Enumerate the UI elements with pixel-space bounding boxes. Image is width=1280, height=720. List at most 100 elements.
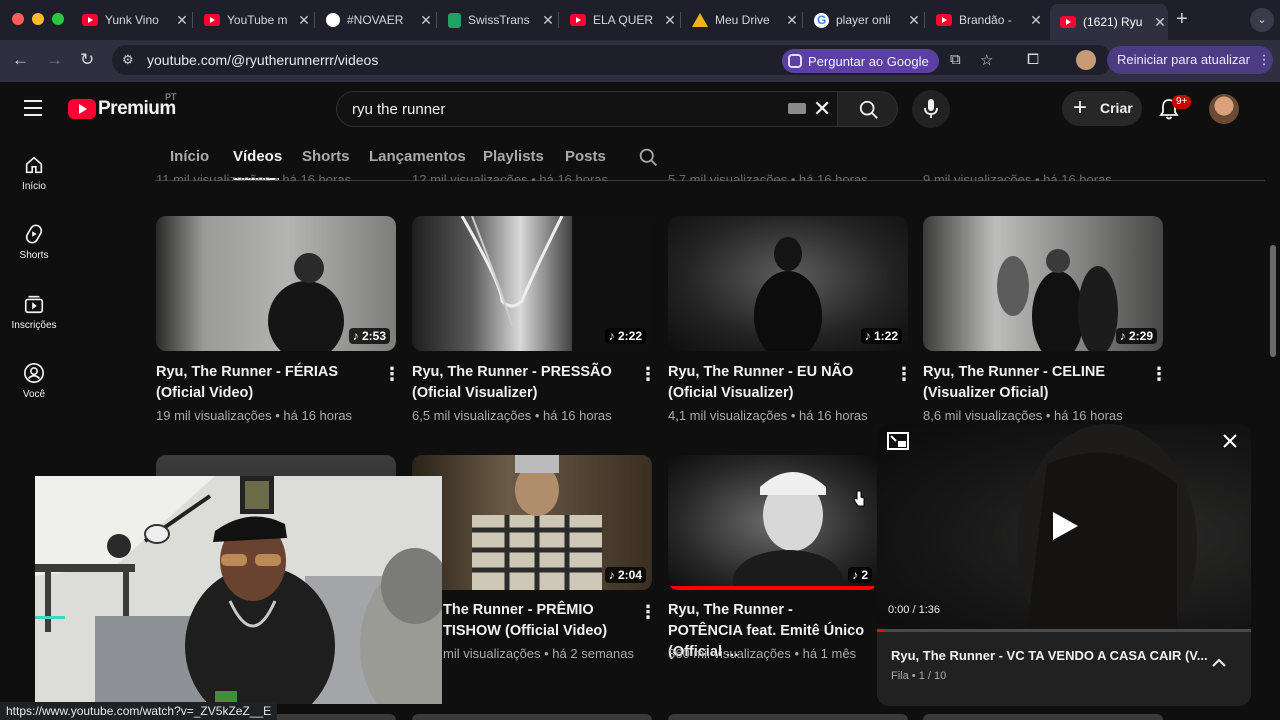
video-duration: ♪ 2:22	[604, 328, 646, 344]
video-thumbnail[interactable]	[923, 714, 1163, 720]
browser-tab[interactable]: YouTube m ✕	[194, 6, 312, 34]
keyboard-icon[interactable]	[788, 103, 806, 114]
create-button[interactable]: + Criar	[1062, 91, 1142, 126]
relaunch-update-button[interactable]: Reiniciar para atualizar ⋮	[1107, 46, 1273, 74]
more-options-icon[interactable]: ⋮	[639, 364, 657, 385]
miniplayer-progress-bar[interactable]	[877, 629, 1251, 632]
video-title[interactable]: Ryu, The Runner - EU NÃO (Oficial Visual…	[668, 362, 878, 404]
window-minimize-button[interactable]	[32, 13, 44, 25]
video-thumbnail[interactable]: ♪ 1:22	[668, 216, 908, 351]
video-title[interactable]: The Runner - PRÊMIO TISHOW (Official Vid…	[443, 600, 628, 642]
close-tab-icon[interactable]: ✕	[1152, 14, 1168, 31]
more-vert-icon: ⋮	[1257, 52, 1271, 67]
window-maximize-button[interactable]	[52, 13, 64, 25]
tab-shorts[interactable]: Shorts	[302, 148, 350, 165]
install-app-icon[interactable]: ⧉	[950, 51, 961, 68]
url-text[interactable]: youtube.com/@ryutherunnerrr/videos	[147, 52, 378, 68]
close-tab-icon[interactable]: ✕	[174, 12, 190, 29]
miniplayer[interactable]: 0:00 / 1:36 Ryu, The Runner - VC TA VEND…	[877, 424, 1251, 706]
more-options-icon[interactable]: ⋮	[895, 364, 913, 385]
window-close-button[interactable]	[12, 13, 24, 25]
rail-item-home[interactable]: Início	[4, 154, 64, 192]
site-info-icon[interactable]: ⚙	[122, 52, 134, 68]
video-thumbnail[interactable]	[668, 714, 908, 720]
video-title[interactable]: Ryu, The Runner - PRESSÃO (Oficial Visua…	[412, 362, 622, 404]
browser-tab[interactable]: #NOVAER ✕	[316, 6, 434, 34]
miniplayer-title[interactable]: Ryu, The Runner - VC TA VENDO A CASA CAI…	[891, 648, 1208, 663]
close-icon[interactable]	[1222, 433, 1238, 449]
video-duration: ♪ 2:04	[604, 567, 646, 583]
bookmark-star-icon[interactable]: ☆	[980, 51, 993, 69]
video-thumbnail[interactable]: ♪ 2	[668, 455, 878, 590]
page-scrollbar[interactable]	[1270, 245, 1276, 357]
watched-progress-bar	[668, 586, 874, 590]
account-avatar[interactable]	[1209, 94, 1239, 124]
close-tab-icon[interactable]: ✕	[418, 12, 434, 29]
subscriptions-icon	[24, 295, 44, 314]
miniplayer-progress-fill	[877, 629, 885, 632]
search-button[interactable]	[838, 91, 898, 127]
clear-search-icon[interactable]: ✕	[813, 96, 831, 122]
browser-tab[interactable]: player onli✕	[804, 6, 922, 34]
video-duration: ♪ 2	[847, 567, 872, 583]
tab-posts[interactable]: Posts	[565, 148, 606, 165]
browser-tab[interactable]: Yunk Vino ✕	[72, 6, 190, 34]
video-meta-clipped: 5,7 mil visualizações • há 16 horas	[668, 172, 868, 181]
browser-tab[interactable]: Brandão - ✕	[926, 6, 1044, 34]
close-tab-icon[interactable]: ✕	[906, 12, 922, 29]
tab-inicio[interactable]: Início	[170, 148, 209, 165]
video-title[interactable]: Ryu, The Runner - CELINE (Visualizer Ofi…	[923, 362, 1133, 404]
video-thumbnail[interactable]: ♪ 2:53	[156, 216, 396, 351]
youtube-icon	[204, 14, 220, 26]
chevron-up-icon[interactable]	[1209, 656, 1229, 670]
video-title[interactable]: Ryu, The Runner - FÉRIAS (Oficial Video)	[156, 362, 366, 404]
shorts-icon	[25, 224, 43, 244]
address-bar[interactable]: ⚙ youtube.com/@ryutherunnerrr/videos	[112, 45, 1112, 75]
close-tab-icon[interactable]: ✕	[296, 12, 312, 29]
browser-tab[interactable]: ELA QUER ✕	[560, 6, 678, 34]
more-options-icon[interactable]: ⋮	[1150, 364, 1168, 385]
new-tab-button[interactable]: +	[1176, 8, 1188, 31]
voice-search-button[interactable]	[912, 90, 950, 128]
more-options-icon[interactable]: ⋮	[383, 364, 401, 385]
menu-icon[interactable]	[24, 100, 42, 121]
miniplayer-video[interactable]: 0:00 / 1:36	[877, 424, 1251, 664]
video-thumbnail[interactable]	[412, 714, 652, 720]
youtube-logo-icon[interactable]	[68, 99, 96, 119]
tab-videos[interactable]: Vídeos	[233, 148, 282, 165]
video-meta: 6,5 mil visualizações • há 16 horas	[412, 408, 612, 423]
close-tab-icon[interactable]: ✕	[1028, 12, 1044, 29]
close-tab-icon[interactable]: ✕	[540, 12, 556, 29]
video-meta: 360 mil visualizações • há 1 mês	[668, 646, 857, 661]
tab-lancamentos[interactable]: Lançamentos	[369, 148, 466, 165]
rail-item-shorts[interactable]: Shorts	[4, 223, 64, 261]
search-input[interactable]: ryu the runner	[336, 91, 838, 127]
search-icon	[859, 100, 878, 119]
webcam-overlay	[35, 476, 442, 704]
rail-item-you[interactable]: Você	[4, 362, 64, 400]
close-tab-icon[interactable]: ✕	[784, 12, 800, 29]
video-thumbnail[interactable]: ♪ 2:04	[412, 455, 652, 590]
video-meta: 19 mil visualizações • há 16 horas	[156, 408, 353, 423]
tab-search-button[interactable]: ⌄	[1250, 8, 1274, 32]
tab-playlists[interactable]: Playlists	[483, 148, 544, 165]
video-thumbnail[interactable]: ♪ 2:22	[412, 216, 652, 351]
play-icon[interactable]	[1050, 510, 1080, 542]
exit-miniplayer-icon[interactable]	[887, 432, 909, 450]
forward-arrow-icon[interactable]: →	[46, 50, 63, 70]
sheets-icon	[448, 12, 461, 28]
ask-google-button[interactable]: Perguntar ao Google	[782, 49, 939, 73]
more-options-icon[interactable]: ⋮	[639, 602, 657, 623]
extensions-icon[interactable]: ⧠	[1027, 51, 1039, 68]
channel-search-icon[interactable]	[638, 147, 659, 168]
close-tab-icon[interactable]: ✕	[662, 12, 678, 29]
browser-tab[interactable]: Meu Drive ✕	[682, 6, 800, 34]
browser-tab-active[interactable]: (1621) Ryu ✕	[1050, 4, 1168, 40]
video-thumbnail[interactable]: ♪ 2:29	[923, 216, 1163, 351]
rail-item-subscriptions[interactable]: Inscrições	[4, 293, 64, 331]
browser-tab[interactable]: SwissTrans ✕	[438, 6, 556, 34]
browser-profile-avatar[interactable]	[1076, 50, 1096, 70]
youtube-icon	[1060, 16, 1076, 28]
back-arrow-icon[interactable]: ←	[12, 50, 29, 70]
reload-icon[interactable]: ↻	[80, 50, 94, 70]
